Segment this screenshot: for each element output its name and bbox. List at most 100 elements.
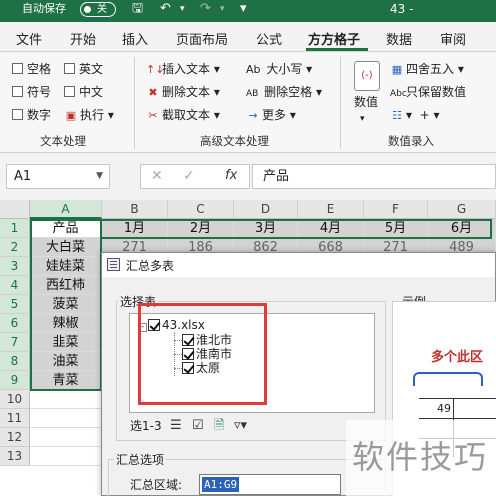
formula-input[interactable]: 产品 — [252, 164, 496, 189]
add-file-icon[interactable]: 🗎 — [214, 418, 224, 434]
enter-icon[interactable]: ✓ — [183, 168, 195, 184]
cell[interactable]: 1月 — [102, 219, 168, 238]
cell[interactable]: 青菜 — [30, 371, 102, 390]
cell[interactable] — [30, 428, 102, 447]
cell[interactable]: 3月 — [234, 219, 298, 238]
name-box[interactable]: A1 ▼ — [6, 164, 110, 189]
column-header[interactable]: F — [364, 200, 428, 219]
select-all-icon[interactable]: ☑ — [192, 418, 204, 434]
ribbon: 空格 英文 符号 中文 数字 ▣ 执行 ▾ 文本处理 ↑↓插入文本 ▾ ✖ 删除文本… — [0, 53, 496, 153]
tab-insert[interactable]: 插入 — [122, 29, 148, 48]
highlight-box — [138, 303, 267, 405]
arrow-right-icon: → — [248, 109, 258, 122]
row-header[interactable]: 5 — [0, 295, 30, 314]
tab-review[interactable]: 审阅 — [440, 29, 466, 48]
cell[interactable]: 菠菜 — [30, 295, 102, 314]
cell[interactable] — [30, 447, 102, 466]
redo-icon[interactable]: ↷ — [200, 0, 211, 18]
insert-function-icon[interactable]: fx — [225, 168, 237, 183]
row-header[interactable]: 7 — [0, 333, 30, 352]
cell[interactable]: 6月 — [428, 219, 496, 238]
row-header[interactable]: 6 — [0, 314, 30, 333]
checkbox-icon — [12, 86, 23, 97]
cell[interactable]: 产品 — [30, 219, 102, 238]
case-button[interactable]: Ab 大小写 ▾ — [246, 61, 312, 78]
tab-data[interactable]: 数据 — [386, 29, 412, 48]
row-header[interactable]: 3 — [0, 257, 30, 276]
column-header[interactable]: D — [234, 200, 298, 219]
row-header[interactable]: 9 — [0, 371, 30, 390]
cell[interactable]: 4月 — [298, 219, 364, 238]
cell[interactable] — [30, 390, 102, 409]
delete-text-button[interactable]: ✖ 删除文本 ▾ — [146, 84, 219, 101]
redo-dropdown-icon[interactable]: ▾ — [220, 0, 225, 18]
checkbox-icon — [12, 63, 23, 74]
execute-button[interactable]: ▣ 执行 ▾ — [64, 107, 114, 124]
cell[interactable]: 娃娃菜 — [30, 257, 102, 276]
chevron-down-icon[interactable]: ▼ — [96, 165, 103, 188]
save-icon[interactable]: 🖫 — [132, 0, 143, 18]
execute-icon: ▣ — [65, 109, 77, 122]
case-icon: Ab — [246, 63, 261, 76]
row-header[interactable]: 8 — [0, 352, 30, 371]
cancel-icon[interactable]: ✕ — [151, 168, 163, 184]
round-icon: ▦ — [391, 63, 403, 76]
value-dropdown-icon[interactable]: ▾ — [360, 111, 365, 127]
row-header[interactable]: 10 — [0, 390, 30, 409]
tab-home[interactable]: 开始 — [70, 29, 96, 48]
cell[interactable]: 西红柿 — [30, 276, 102, 295]
tab-formulas[interactable]: 公式 — [256, 29, 282, 48]
undo-dropdown-icon[interactable]: ▾ — [180, 0, 185, 18]
range-input[interactable]: A1:G9 — [199, 474, 341, 495]
number-tools-button[interactable]: ☷ ▾ + ▾ — [390, 107, 439, 124]
round-button[interactable]: ▦ 四舍五入 ▾ — [390, 61, 464, 78]
keep-values-button[interactable]: Abc只保留数值 — [390, 84, 466, 102]
tab-fangfang[interactable]: 方方格子 — [308, 29, 360, 48]
column-header[interactable]: C — [168, 200, 234, 219]
column-header[interactable]: G — [428, 200, 496, 219]
cell[interactable] — [30, 409, 102, 428]
cell[interactable]: 大白菜 — [30, 238, 102, 257]
list-icon[interactable]: ☰ — [170, 418, 182, 434]
value-icon: (-) — [354, 61, 380, 91]
dialog-title-bar: 汇总多表 — [102, 253, 495, 277]
grid-icon: ☷ — [392, 109, 402, 122]
extract-text-icon: ✂ — [148, 109, 158, 122]
cell[interactable]: 辣椒 — [30, 314, 102, 333]
filter-icon[interactable]: ▿▾ — [234, 418, 247, 434]
formula-bar: A1 ▼ ✕ ✓ fx 产品 — [0, 160, 496, 196]
column-header[interactable]: B — [102, 200, 168, 219]
row-header[interactable]: 12 — [0, 428, 30, 447]
check-chinese[interactable]: 中文 — [64, 84, 103, 100]
row-header[interactable]: 2 — [0, 238, 30, 257]
check-number[interactable]: 数字 — [12, 107, 51, 123]
delete-text-icon: ✖ — [148, 86, 158, 99]
check-space[interactable]: 空格 — [12, 61, 51, 77]
column-header[interactable]: A — [30, 200, 102, 219]
extract-text-button[interactable]: ✂ 截取文本 ▾ — [146, 107, 219, 124]
cell[interactable]: 5月 — [364, 219, 428, 238]
select-all-corner[interactable] — [0, 200, 30, 219]
remove-spaces-button[interactable]: AB 删除空格 ▾ — [246, 84, 322, 102]
row-header[interactable]: 4 — [0, 276, 30, 295]
row-header[interactable]: 1 — [0, 219, 30, 238]
watermark: 软件技巧 — [352, 438, 489, 476]
insert-text-button[interactable]: ↑↓插入文本 ▾ — [146, 61, 220, 78]
insert-text-icon: ↑↓ — [146, 63, 165, 76]
cell[interactable]: 2月 — [168, 219, 234, 238]
value-button[interactable]: 数值 — [354, 94, 378, 110]
undo-icon[interactable]: ↶ — [160, 0, 171, 18]
range-label: 汇总区域: — [130, 478, 183, 492]
more-button[interactable]: → 更多 ▾ — [246, 107, 295, 124]
cell[interactable]: 韭菜 — [30, 333, 102, 352]
tab-file[interactable]: 文件 — [16, 29, 42, 48]
check-english[interactable]: 英文 — [64, 61, 103, 77]
column-header[interactable]: E — [298, 200, 364, 219]
cell[interactable]: 油菜 — [30, 352, 102, 371]
row-header[interactable]: 13 — [0, 447, 30, 466]
autosave-toggle[interactable]: 关 — [80, 2, 116, 17]
tab-page-layout[interactable]: 页面布局 — [176, 29, 228, 48]
row-header[interactable]: 11 — [0, 409, 30, 428]
check-symbol[interactable]: 符号 — [12, 84, 51, 100]
customize-qat-icon[interactable]: ▾ — [240, 0, 247, 18]
